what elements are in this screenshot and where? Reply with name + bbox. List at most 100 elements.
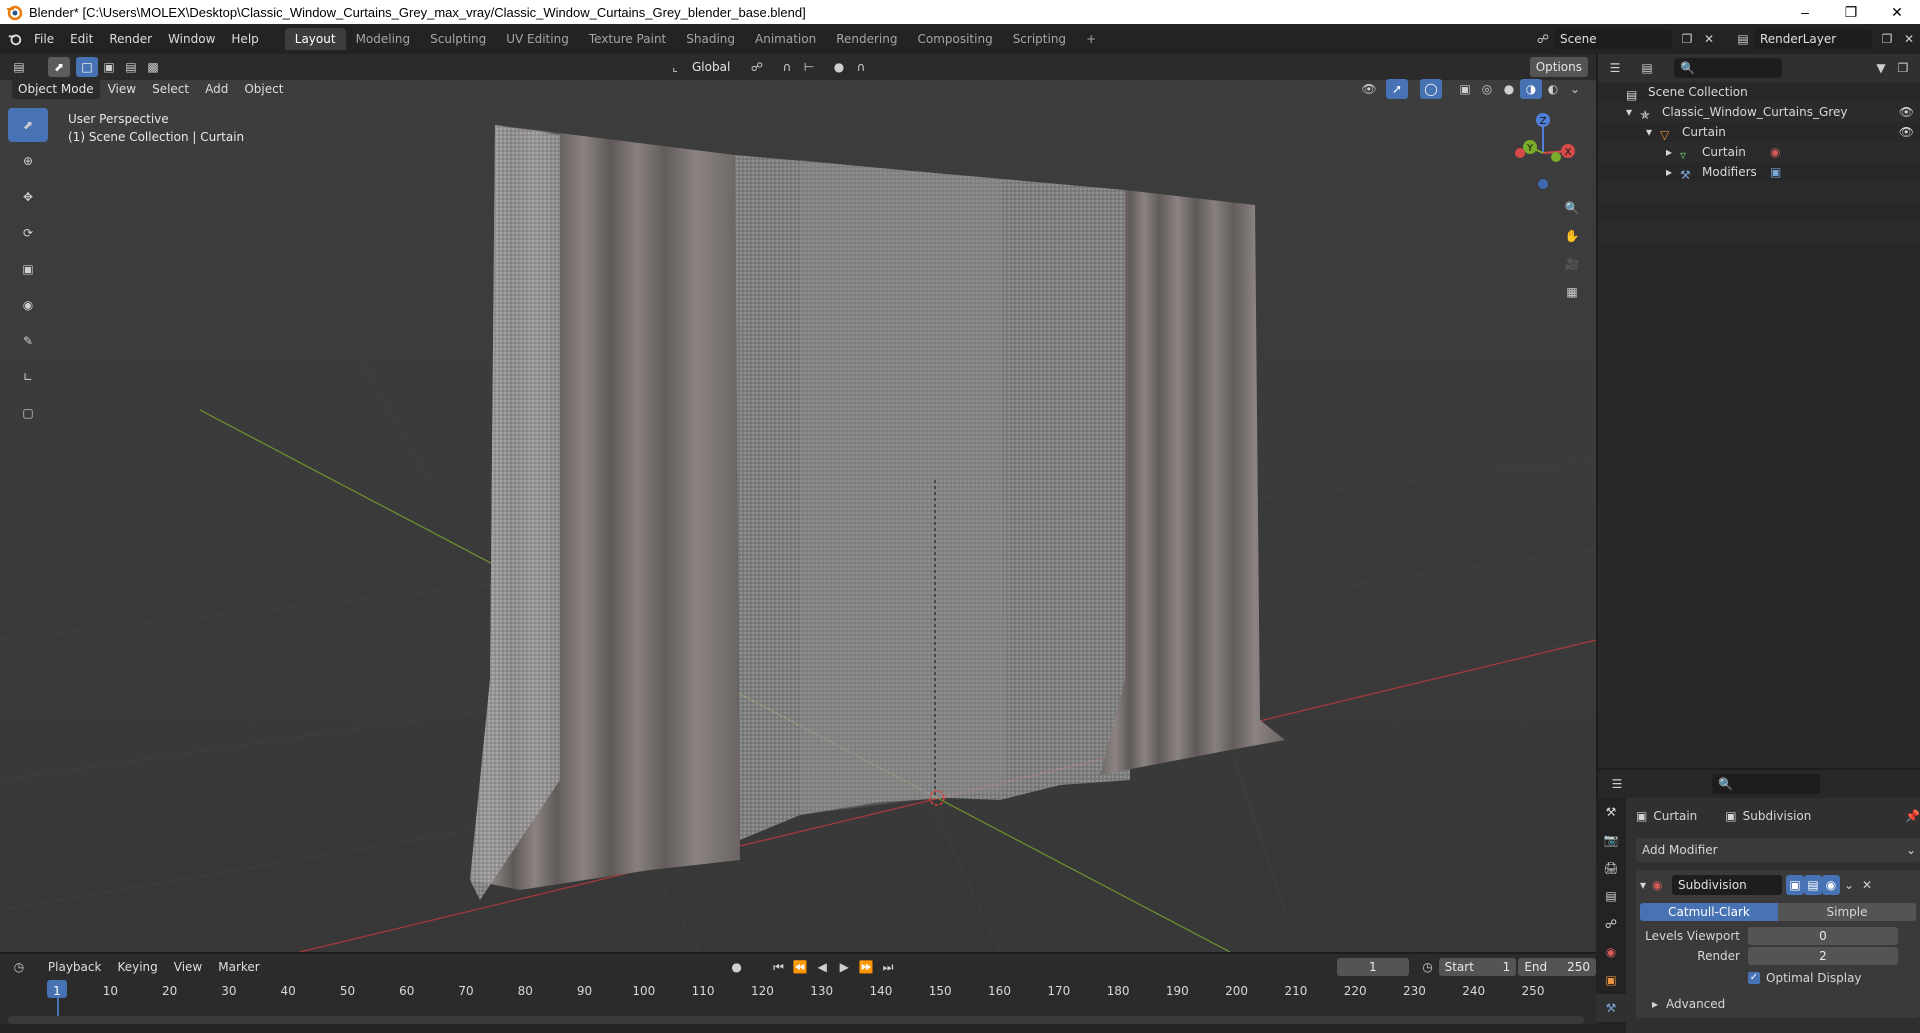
viewport-menu-add[interactable]: Add bbox=[197, 78, 236, 100]
close-icon[interactable]: ✕ bbox=[1874, 4, 1920, 21]
subdivision-modifier-icon[interactable]: ▣ bbox=[1770, 162, 1781, 182]
xray-icon[interactable]: ▣ bbox=[1454, 79, 1476, 99]
cursor-icon[interactable]: ⊕ bbox=[8, 144, 48, 178]
restore-icon[interactable]: ❐ bbox=[1828, 4, 1874, 21]
blender-menu-icon[interactable] bbox=[4, 29, 26, 49]
menu-file[interactable]: File bbox=[26, 28, 62, 50]
render-tab-icon[interactable]: 📷 bbox=[1596, 826, 1626, 854]
tab-animation[interactable]: Animation bbox=[745, 28, 826, 50]
outliner-search-input[interactable]: 🔍 bbox=[1674, 58, 1782, 78]
pin-icon[interactable]: 📌 bbox=[1905, 809, 1920, 823]
scene-icon[interactable]: ☍ bbox=[1532, 29, 1554, 49]
minimize-icon[interactable]: – bbox=[1782, 4, 1828, 20]
3d-viewport[interactable] bbox=[0, 80, 1596, 952]
tab-shading[interactable]: Shading bbox=[676, 28, 745, 50]
menu-edit[interactable]: Edit bbox=[62, 28, 101, 50]
modifier-tab-icon[interactable]: ⚒ bbox=[1596, 994, 1626, 1022]
viewport-menu-object[interactable]: Object bbox=[236, 78, 291, 100]
add-cube-icon[interactable]: ▢ bbox=[8, 396, 48, 430]
select-new-icon[interactable]: □ bbox=[76, 57, 98, 77]
output-tab-icon[interactable]: 🖨 bbox=[1596, 854, 1626, 882]
snap-target-icon[interactable]: ⊢ bbox=[798, 57, 820, 77]
view-layer-tab-icon[interactable]: ▤ bbox=[1596, 882, 1626, 910]
viewport-toggle-icon[interactable]: ▤ bbox=[1804, 875, 1822, 895]
expand-arrow-icon[interactable]: ▾ bbox=[1626, 102, 1640, 122]
optimal-display-checkbox[interactable]: ✓ bbox=[1748, 972, 1760, 984]
solid-shading-icon[interactable]: ● bbox=[1498, 79, 1520, 99]
advanced-section[interactable]: ▸ Advanced bbox=[1640, 994, 1916, 1014]
properties-search-input[interactable]: 🔍 bbox=[1712, 774, 1820, 794]
outliner-item-curtain-mesh[interactable]: ▸ ▿ Curtain ◉ bbox=[1598, 142, 1920, 162]
transform-icon[interactable]: ◉ bbox=[8, 288, 48, 322]
select-extend-icon[interactable]: ▣ bbox=[98, 57, 120, 77]
measure-icon[interactable]: ∟ bbox=[8, 360, 48, 394]
select-mode-icon[interactable]: ⬈ bbox=[48, 57, 70, 77]
editmode-toggle-icon[interactable]: ▣ bbox=[1786, 875, 1804, 895]
tab-sculpting[interactable]: Sculpting bbox=[420, 28, 496, 50]
add-modifier-dropdown[interactable]: Add Modifier ⌄ bbox=[1636, 838, 1920, 862]
rendered-shading-icon[interactable]: ◐ bbox=[1542, 79, 1564, 99]
new-layer-icon[interactable]: ❐ bbox=[1876, 29, 1898, 49]
collapse-arrow-icon[interactable]: ▾ bbox=[1640, 878, 1652, 892]
viewport-menu-view[interactable]: View bbox=[100, 78, 144, 100]
delete-scene-icon[interactable]: ✕ bbox=[1698, 29, 1720, 49]
select-intersect-icon[interactable]: ▩ bbox=[142, 57, 164, 77]
menu-render[interactable]: Render bbox=[101, 28, 160, 50]
tab-modeling[interactable]: Modeling bbox=[346, 28, 421, 50]
rotate-icon[interactable]: ⟳ bbox=[8, 216, 48, 250]
new-scene-icon[interactable]: ❐ bbox=[1676, 29, 1698, 49]
proportional-edit-icon[interactable]: ● bbox=[828, 57, 850, 77]
ortho-grid-icon[interactable]: ▦ bbox=[1558, 278, 1586, 306]
filter-icon[interactable]: ▼ bbox=[1870, 58, 1892, 78]
display-mode-icon[interactable]: ▤ bbox=[1636, 58, 1658, 78]
outliner-item-modifiers[interactable]: ▸ ⚒ Modifiers ▣ bbox=[1598, 162, 1920, 182]
modifier-name-field[interactable]: Subdivision bbox=[1672, 875, 1782, 895]
render-layer-icon[interactable]: ▤ bbox=[1732, 29, 1754, 49]
outliner-item-curtain-object[interactable]: ▾ ▽ Curtain 👁 bbox=[1598, 122, 1920, 142]
shading-options-icon[interactable]: ⌄ bbox=[1564, 79, 1586, 99]
modifier-menu-icon[interactable]: ⌄ bbox=[1840, 875, 1858, 895]
delete-layer-icon[interactable]: ✕ bbox=[1898, 29, 1920, 49]
menu-window[interactable]: Window bbox=[160, 28, 223, 50]
editor-type-icon[interactable]: ▤ bbox=[8, 57, 30, 77]
render-layer-field[interactable]: RenderLayer bbox=[1754, 29, 1872, 49]
add-workspace-button[interactable]: + bbox=[1076, 28, 1106, 50]
scale-icon[interactable]: ▣ bbox=[8, 252, 48, 286]
expand-arrow-icon[interactable]: ▾ bbox=[1646, 122, 1660, 142]
scene-tab-icon[interactable]: ☍ bbox=[1596, 910, 1626, 938]
outliner-editor-icon[interactable]: ☰ bbox=[1604, 58, 1626, 78]
menu-help[interactable]: Help bbox=[223, 28, 266, 50]
orientation-icon[interactable]: ⌞ bbox=[664, 57, 686, 77]
eye-icon[interactable]: 👁 bbox=[1899, 102, 1914, 122]
tab-rendering[interactable]: Rendering bbox=[826, 28, 907, 50]
new-collection-icon[interactable]: ❐ bbox=[1892, 58, 1914, 78]
camera-view-icon[interactable]: 🎥 bbox=[1558, 250, 1586, 278]
properties-editor-icon[interactable]: ☰ bbox=[1606, 774, 1628, 794]
snap-icon[interactable]: ∩ bbox=[776, 57, 798, 77]
timeline-scrollbar[interactable] bbox=[8, 1016, 1584, 1024]
material-icon[interactable]: ◉ bbox=[1770, 142, 1780, 162]
options-dropdown[interactable]: Options bbox=[1529, 57, 1588, 77]
render-levels-field[interactable]: 2 bbox=[1748, 947, 1898, 965]
tool-tab-icon[interactable]: ⚒ bbox=[1596, 798, 1626, 826]
select-subtract-icon[interactable]: ▤ bbox=[120, 57, 142, 77]
zoom-icon[interactable]: 🔍 bbox=[1558, 194, 1586, 222]
transform-orientation-dropdown[interactable]: Global bbox=[686, 57, 738, 77]
material-shading-icon[interactable]: ◑ bbox=[1520, 79, 1542, 99]
navigation-gizmo[interactable]: Z X Y bbox=[1500, 108, 1580, 198]
tab-compositing[interactable]: Compositing bbox=[907, 28, 1002, 50]
tab-uv-editing[interactable]: UV Editing bbox=[496, 28, 579, 50]
tab-texture-paint[interactable]: Texture Paint bbox=[579, 28, 676, 50]
tab-layout[interactable]: Layout bbox=[284, 28, 346, 50]
object-tab-icon[interactable]: ▣ bbox=[1596, 966, 1626, 994]
remove-modifier-icon[interactable]: ✕ bbox=[1858, 875, 1876, 895]
pivot-icon[interactable]: ☍ bbox=[746, 57, 768, 77]
pan-hand-icon[interactable]: ✋ bbox=[1558, 222, 1586, 250]
simple-button[interactable]: Simple bbox=[1778, 903, 1916, 921]
object-mode-dropdown[interactable]: Object Mode bbox=[12, 79, 100, 99]
scene-field[interactable]: Scene bbox=[1554, 29, 1672, 49]
gizmo-toggle-icon[interactable]: ➚ bbox=[1386, 79, 1408, 99]
falloff-icon[interactable]: ∩ bbox=[850, 57, 872, 77]
world-tab-icon[interactable]: ◉ bbox=[1596, 938, 1626, 966]
timeline-ruler[interactable]: 1 10 20 30 40 50 60 70 80 90 100 110 120 130 140 150 160… bbox=[0, 954, 1596, 1016]
